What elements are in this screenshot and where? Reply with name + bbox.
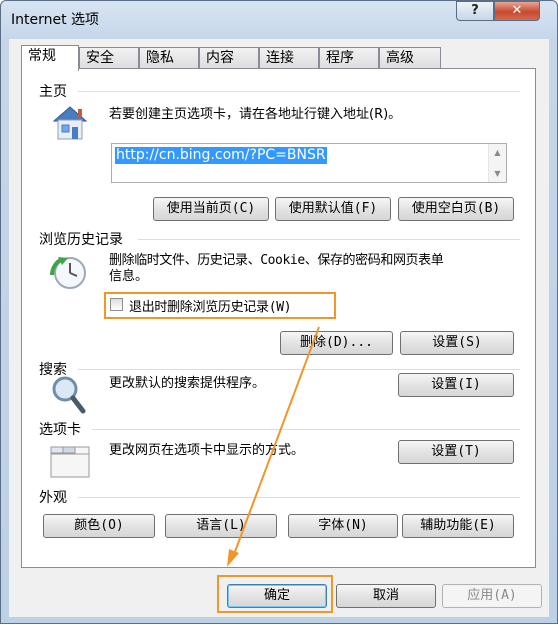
accessibility-button[interactable]: 辅助功能(E) xyxy=(402,514,514,538)
window-title: Internet 选项 xyxy=(11,12,100,28)
cancel-button[interactable]: 取消 xyxy=(336,584,436,608)
history-description-line1: 删除临时文件、历史记录、Cookie、保存的密码和网页表单 xyxy=(109,253,444,268)
search-description: 更改默认的搜索提供程序。 xyxy=(109,376,266,391)
homepage-url-textbox[interactable]: http://cn.bing.com/?PC=BNSR ▲ ▼ xyxy=(111,143,507,183)
tab-content[interactable]: 内容 xyxy=(199,47,259,69)
history-separator xyxy=(138,239,520,240)
tab-programs[interactable]: 程序 xyxy=(319,47,379,69)
colors-button[interactable]: 颜色(O) xyxy=(43,514,155,538)
tabs-settings-button[interactable]: 设置(T) xyxy=(398,440,514,464)
apply-button[interactable]: 应用(A) xyxy=(442,584,542,608)
scroll-down-icon[interactable]: ▼ xyxy=(489,165,506,182)
close-button[interactable]: ✕ xyxy=(494,1,540,21)
homepage-url-text: http://cn.bing.com/?PC=BNSR xyxy=(115,147,327,164)
dialog-client-area: 常规 安全 隐私 内容 连接 程序 高级 主页 若要创建主页选项卡，请在各地址行… xyxy=(9,39,549,617)
house-icon xyxy=(52,106,88,140)
search-settings-button[interactable]: 设置(I) xyxy=(398,373,514,397)
help-button[interactable]: ? xyxy=(456,1,494,21)
tab-advanced[interactable]: 高级 xyxy=(379,47,441,69)
tabs-separator xyxy=(92,429,520,430)
tab-security[interactable]: 安全 xyxy=(79,47,139,69)
scroll-up-icon[interactable]: ▲ xyxy=(489,144,506,161)
tabbed-window-icon xyxy=(50,446,90,478)
tab-connections[interactable]: 连接 xyxy=(259,47,319,69)
delete-history-button[interactable]: 删除(D)... xyxy=(280,331,393,355)
history-clock-icon xyxy=(50,257,86,289)
search-separator xyxy=(78,369,520,370)
general-tab-panel: 主页 若要创建主页选项卡，请在各地址行键入地址(R)。 http://cn.bi… xyxy=(21,68,536,568)
tab-general[interactable]: 常规 xyxy=(21,45,79,71)
appearance-section-label: 外观 xyxy=(39,490,67,506)
homepage-section-label: 主页 xyxy=(39,84,67,100)
history-description-line2: 信息。 xyxy=(109,269,149,284)
magnifier-icon xyxy=(52,376,86,414)
title-bar[interactable]: Internet 选项 ? ✕ xyxy=(1,1,557,37)
use-current-button[interactable]: 使用当前页(C) xyxy=(153,197,269,221)
history-settings-button[interactable]: 设置(S) xyxy=(400,331,514,355)
internet-options-dialog: Internet 选项 ? ✕ 常规 安全 隐私 内容 连接 程序 高级 主页 … xyxy=(0,0,558,624)
appearance-separator xyxy=(78,497,520,498)
homepage-separator xyxy=(78,91,520,92)
fonts-button[interactable]: 字体(N) xyxy=(288,514,398,538)
history-section-label: 浏览历史记录 xyxy=(39,232,123,248)
highlight-checkbox-frame xyxy=(104,292,336,319)
highlight-ok-frame xyxy=(217,575,333,613)
use-blank-button[interactable]: 使用空白页(B) xyxy=(398,197,514,221)
use-default-button[interactable]: 使用默认值(F) xyxy=(275,197,391,221)
tabs-section-label: 选项卡 xyxy=(39,422,81,438)
homepage-description: 若要创建主页选项卡，请在各地址行键入地址(R)。 xyxy=(109,107,402,122)
url-scrollbar[interactable]: ▲ ▼ xyxy=(488,144,506,182)
tabs-description: 更改网页在选项卡中显示的方式。 xyxy=(109,443,305,458)
languages-button[interactable]: 语言(L) xyxy=(165,514,277,538)
tab-privacy[interactable]: 隐私 xyxy=(139,47,199,69)
